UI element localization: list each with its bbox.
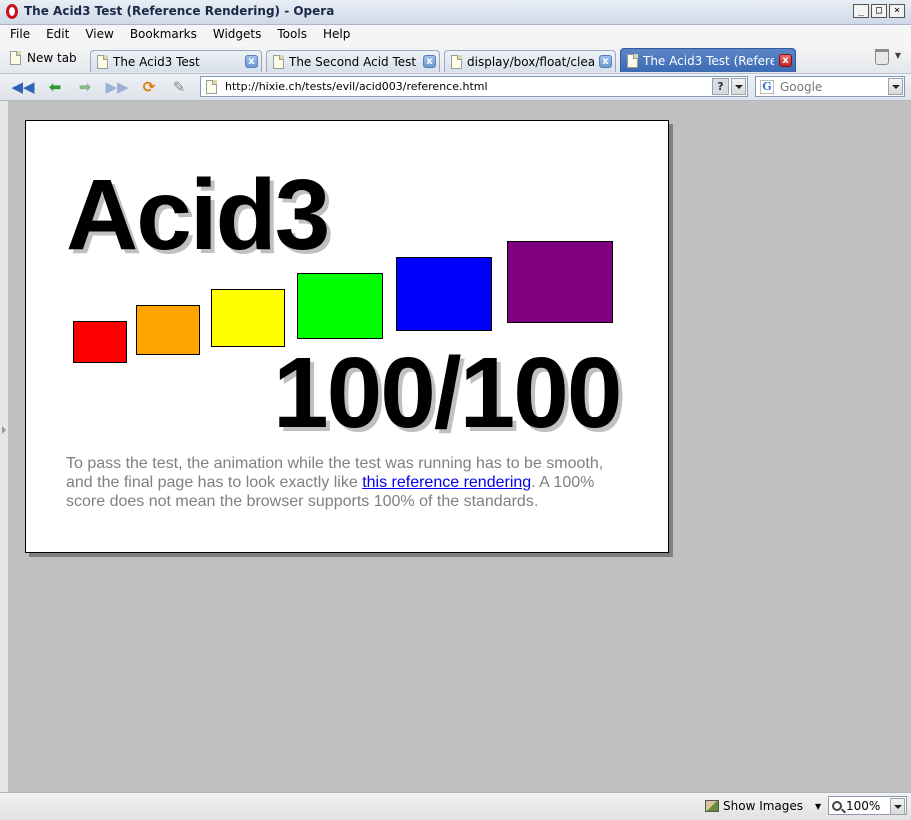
page-icon [451,54,462,69]
menu-bar: File Edit View Bookmarks Widgets Tools H… [0,25,911,43]
page-icon [206,80,217,94]
opera-logo-icon [6,4,18,19]
tab-label: display/box/float/clear ... [467,54,594,69]
new-page-icon [10,51,21,65]
tab-label: The Acid3 Test (Refere... [643,53,774,68]
menu-file[interactable]: File [0,27,36,41]
description-text: To pass the test, the animation while th… [66,454,626,511]
back-arrow-icon[interactable]: ⬅ [44,77,66,97]
new-tab-button[interactable]: New tab [10,47,77,69]
search-field[interactable]: G Google [755,76,905,97]
window-controls: _ □ × [853,4,905,18]
orange-box [136,305,200,355]
blue-box [396,257,492,331]
show-images-button[interactable]: Show Images ▼ [705,797,821,815]
close-tab-icon[interactable]: x [599,55,612,68]
navigation-bar: ◀◀ ⬅ ➡ ▶▶ ⟳ ✎ http://hixie.ch/tests/evil… [0,74,911,101]
minimize-button[interactable]: _ [853,4,869,18]
acid3-page: Acid3 100/100 To pass the test, the anim… [25,120,669,553]
search-placeholder[interactable]: Google [780,80,822,94]
page-icon [97,54,108,69]
pencil-icon[interactable]: ✎ [168,77,190,97]
new-tab-label: New tab [27,51,77,65]
zoom-value: 100% [846,798,881,813]
score-text: 100/100 [273,337,622,449]
purple-box [507,241,613,323]
tab-label: The Second Acid Test [289,54,417,69]
lime-box [297,273,383,339]
tab-acid3-reference[interactable]: The Acid3 Test (Refere... x [620,48,796,72]
close-tab-icon[interactable]: x [423,55,436,68]
search-dropdown-button[interactable] [888,78,903,95]
address-text[interactable]: http://hixie.ch/tests/evil/acid003/refer… [225,80,488,93]
trash-dropdown-icon[interactable]: ▼ [895,51,901,60]
close-tab-icon[interactable]: x [779,54,792,67]
chevron-down-icon[interactable]: ▼ [815,802,821,811]
title-bar: The Acid3 Test (Reference Rendering) - O… [0,0,911,25]
menu-bookmarks[interactable]: Bookmarks [120,27,203,41]
menu-tools[interactable]: Tools [267,27,313,41]
zoom-control[interactable]: 100% [828,796,907,815]
red-box [73,321,127,363]
page-icon [273,54,284,69]
panel-toggle[interactable] [0,101,8,792]
menu-view[interactable]: View [75,27,119,41]
address-field[interactable]: http://hixie.ch/tests/evil/acid003/refer… [200,76,748,97]
tab-bar: New tab The Acid3 Test x The Second Acid… [0,43,911,74]
trash-icon[interactable] [875,49,889,65]
rewind-back-icon[interactable]: ◀◀ [11,77,34,97]
reload-icon[interactable]: ⟳ [138,77,160,97]
tab-label: The Acid3 Test [113,54,200,69]
image-icon [705,800,719,812]
status-bar: Show Images ▼ 100% [0,792,911,820]
menu-widgets[interactable]: Widgets [203,27,268,41]
forward-arrow-icon[interactable]: ➡ [74,77,96,97]
close-tab-icon[interactable]: x [245,55,258,68]
address-dropdown-button[interactable] [731,78,746,95]
show-images-label: Show Images [723,799,804,813]
google-icon[interactable]: G [760,80,774,94]
tab-display-box-float[interactable]: display/box/float/clear ... x [444,50,616,72]
tab-acid3-test[interactable]: The Acid3 Test x [90,50,262,72]
tab-second-acid-test[interactable]: The Second Acid Test x [266,50,440,72]
window-title: The Acid3 Test (Reference Rendering) - O… [24,4,335,18]
menu-edit[interactable]: Edit [36,27,75,41]
zoom-dropdown-button[interactable] [890,798,905,815]
reference-link[interactable]: this reference rendering [362,474,531,491]
menu-help[interactable]: Help [313,27,356,41]
site-info-button[interactable]: ? [712,78,729,95]
page-icon [627,53,638,68]
maximize-button[interactable]: □ [871,4,887,18]
fast-forward-icon[interactable]: ▶▶ [105,77,128,97]
zoom-icon [832,800,842,811]
page-heading: Acid3 [66,159,330,271]
close-window-button[interactable]: × [889,4,905,18]
